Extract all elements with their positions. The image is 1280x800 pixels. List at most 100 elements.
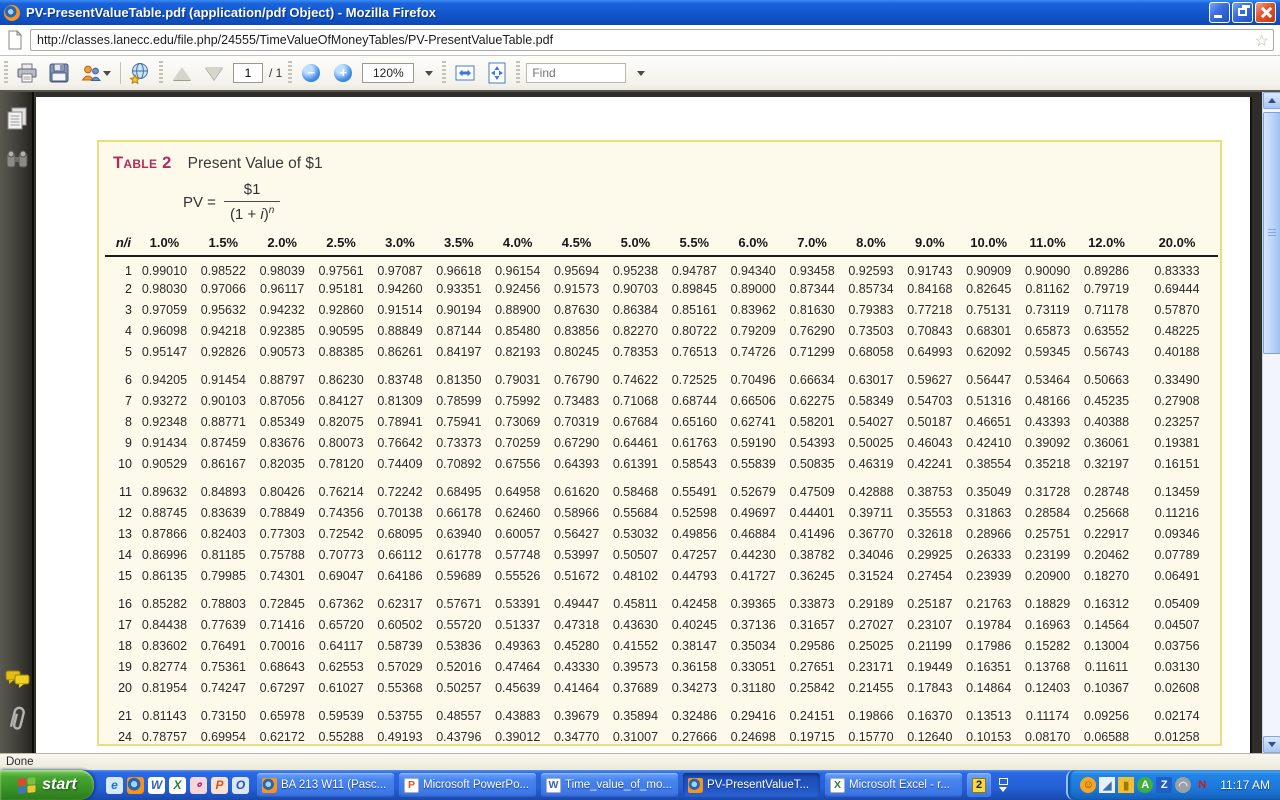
taskbar-chevron-button[interactable] [993, 773, 1013, 797]
pv-cell: 0.37689 [606, 677, 665, 698]
start-button[interactable]: start [0, 770, 94, 800]
save-button[interactable] [46, 60, 72, 86]
pv-cell: 0.73069 [488, 411, 547, 432]
find-dropdown-button[interactable] [632, 60, 648, 86]
pv-cell: 0.27651 [783, 656, 842, 677]
pv-cell: 0.62317 [371, 593, 430, 614]
pages-panel-button[interactable] [5, 106, 29, 137]
taskbar-task[interactable]: PV-PresentValueT... [683, 773, 820, 797]
restore-button[interactable] [1232, 2, 1253, 23]
word-icon[interactable]: W [148, 777, 165, 794]
pv-cell: 0.16312 [1077, 593, 1136, 614]
pv-cell: 0.67290 [547, 432, 606, 453]
search-panel-button[interactable] [5, 148, 29, 175]
zoom-out-button[interactable]: − [298, 60, 324, 86]
ie-icon[interactable]: e [106, 777, 123, 794]
zenworks-icon[interactable]: Z [1156, 777, 1172, 793]
pv-cell: 0.21455 [842, 677, 901, 698]
pv-cell: 0.23257 [1136, 411, 1218, 432]
powerpoint-icon[interactable]: P [211, 777, 228, 794]
pv-cell: 0.79031 [488, 369, 547, 390]
zoom-in-button[interactable]: + [330, 60, 356, 86]
pv-cell: 0.87866 [135, 523, 194, 544]
bookmark-star-icon[interactable]: ☆ [1255, 31, 1269, 51]
pv-cell: 0.10153 [959, 726, 1018, 747]
pv-cell: 0.20462 [1077, 544, 1136, 565]
pv-cell: 0.63017 [842, 369, 901, 390]
rate-header: 10.0% [959, 235, 1018, 256]
vertical-scrollbar[interactable] [1262, 92, 1280, 753]
zoom-level-field[interactable]: 120% [362, 63, 414, 83]
period-cell: 3 [105, 299, 135, 320]
pv-cell: 0.52016 [429, 656, 488, 677]
pv-cell: 0.03130 [1136, 656, 1218, 677]
pv-cell: 0.16370 [900, 705, 959, 726]
find-input[interactable] [526, 63, 626, 83]
pv-cell: 0.31657 [783, 614, 842, 635]
pv-cell: 0.58349 [842, 390, 901, 411]
pv-cell: 0.44793 [665, 565, 724, 586]
attachments-panel-button[interactable] [5, 704, 29, 739]
taskbar-task[interactable]: PMicrosoft PowerPo... [399, 773, 536, 797]
pv-cell: 0.92593 [842, 256, 901, 278]
pv-cell: 0.45235 [1077, 390, 1136, 411]
taskbar-overflow-button[interactable]: 2 [967, 773, 991, 797]
pv-cell: 0.76491 [194, 635, 253, 656]
taskbar-task[interactable]: BA 213 W11 (Pasc... [257, 773, 394, 797]
fit-page-button[interactable] [484, 60, 510, 86]
previous-page-button[interactable] [169, 60, 195, 86]
sync-icon[interactable]: ◠ [1175, 777, 1191, 793]
antivirus-icon[interactable]: A [1137, 777, 1153, 793]
zoom-dropdown-button[interactable] [420, 60, 436, 86]
scrollbar-thumb[interactable] [1263, 112, 1280, 354]
pv-cell: 0.21199 [900, 635, 959, 656]
period-cell: 7 [105, 390, 135, 411]
pv-formula: PV = $1 (1 + i)n [183, 181, 1220, 223]
taskbar-task[interactable]: XMicrosoft Excel - r... [825, 773, 962, 797]
pv-cell: 0.23107 [900, 614, 959, 635]
comments-panel-button[interactable] [5, 670, 31, 695]
pv-cell: 0.25187 [900, 593, 959, 614]
table-row: 80.923480.887710.853490.820750.789410.75… [105, 411, 1218, 432]
minimize-button[interactable] [1209, 2, 1230, 23]
pv-cell: 0.02174 [1136, 705, 1218, 726]
pv-cell: 0.52679 [724, 481, 783, 502]
shield-icon[interactable]: ▮ [1118, 777, 1134, 793]
task-label: Microsoft PowerPo... [423, 779, 529, 791]
pv-cell: 0.53391 [488, 593, 547, 614]
create-pdf-online-button[interactable] [127, 60, 153, 86]
close-button[interactable] [1255, 2, 1276, 23]
page-number-input[interactable] [233, 63, 263, 83]
url-input[interactable] [31, 30, 1273, 50]
scroll-up-button[interactable] [1263, 92, 1280, 109]
pv-cell: 0.28584 [1018, 502, 1077, 523]
task-list: BA 213 W11 (Pasc...PMicrosoft PowerPo...… [257, 773, 962, 797]
pv-cell: 0.10367 [1077, 677, 1136, 698]
pv-cell: 0.19449 [900, 656, 959, 677]
scroll-down-button[interactable] [1263, 736, 1280, 753]
fit-width-button[interactable] [452, 60, 478, 86]
pv-cell: 0.64117 [312, 635, 371, 656]
excel-icon[interactable]: X [169, 777, 186, 794]
pv-cell: 0.47464 [488, 656, 547, 677]
novell-icon[interactable]: N [1194, 777, 1210, 793]
messenger-icon[interactable]: ☺ [1080, 777, 1096, 793]
pv-cell: 0.92826 [194, 341, 253, 362]
zoom-dropdown-icon [425, 71, 433, 76]
status-text: Done [6, 756, 34, 768]
email-icon [81, 63, 101, 83]
pv-cell: 0.98030 [135, 278, 194, 299]
email-button[interactable] [78, 60, 114, 86]
pv-cell: 0.31007 [606, 726, 665, 747]
firefox-icon[interactable] [127, 777, 144, 794]
taskbar-task[interactable]: WTime_value_of_mo... [541, 773, 678, 797]
pv-cell: 0.39711 [842, 502, 901, 523]
pv-cell: 0.70496 [724, 369, 783, 390]
pv-cell: 0.68301 [959, 320, 1018, 341]
key-icon[interactable]: ⚬ [190, 777, 207, 794]
pv-cell: 0.83856 [547, 320, 606, 341]
outlook-icon[interactable]: O [232, 777, 249, 794]
print-button[interactable] [14, 60, 40, 86]
utility-icon[interactable]: ◢ [1099, 777, 1115, 793]
next-page-button[interactable] [201, 60, 227, 86]
